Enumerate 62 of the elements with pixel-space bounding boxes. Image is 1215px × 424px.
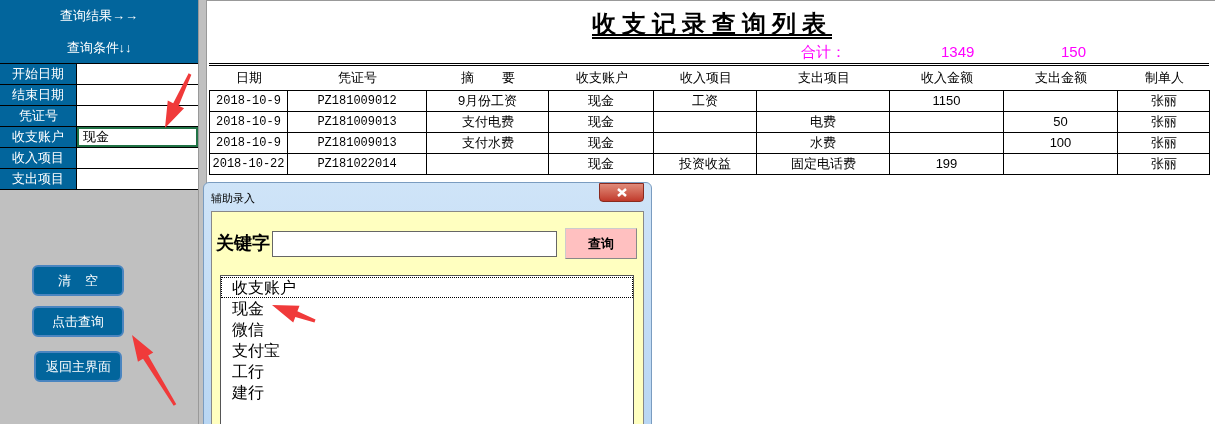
- column-header: 支出金额: [1034, 69, 1088, 88]
- list-item[interactable]: 收支账户: [221, 277, 633, 298]
- section-header: 查询条件↓↓: [66, 38, 132, 57]
- input-field[interactable]: 现金: [77, 127, 198, 147]
- column-header: 支出项目: [796, 69, 851, 88]
- column-header: 凭证号: [337, 69, 378, 88]
- table-cell-text: 支付电费: [461, 113, 514, 132]
- table-cell-text: 张丽: [1150, 134, 1177, 153]
- table-cell-text: 9月份工资: [457, 92, 518, 111]
- table-cell-text: 2018-10-22: [212, 156, 285, 173]
- table-cell-text: 现金: [588, 155, 614, 174]
- section-header: 查询结果→→: [60, 7, 138, 25]
- table-cell-text: 2018-10-9: [216, 93, 281, 110]
- table-cell-text: 水费: [810, 134, 836, 153]
- list-item[interactable]: 建行: [221, 382, 633, 403]
- table-cell-text: 张丽: [1150, 92, 1177, 111]
- table-cell-text: 现金: [588, 134, 614, 153]
- table-cell-text: 张丽: [1150, 113, 1177, 132]
- column-header: 收入项目: [678, 69, 733, 88]
- field-label: 开始日期: [0, 64, 77, 84]
- list-item[interactable]: 微信: [221, 319, 633, 340]
- table-cell-text: 100: [1049, 134, 1072, 153]
- table-cell-text: 张丽: [1150, 155, 1177, 174]
- table-cell-text: 50: [1053, 113, 1068, 132]
- table-cell-text: PZ181022014: [317, 156, 397, 173]
- field-label: 收入项目: [0, 148, 77, 168]
- list-item[interactable]: 支付宝: [221, 340, 633, 361]
- column-header: 日期: [234, 69, 263, 88]
- expense-total: 150: [1061, 42, 1087, 61]
- column-header: 收支账户: [574, 69, 629, 88]
- total-label: 合计：: [801, 42, 847, 61]
- dialog-title: 辅助录入: [211, 191, 255, 206]
- keyword-label: 关键字: [216, 232, 270, 255]
- table-cell-text: 现金: [588, 92, 614, 111]
- table-cell-text: 现金: [588, 113, 614, 132]
- table-cell-text: 投资收益: [679, 155, 731, 174]
- table-cell-text: 电费: [810, 113, 836, 132]
- column-header: 制单人: [1143, 69, 1185, 88]
- field-label: 支出项目: [0, 169, 77, 189]
- list-item[interactable]: 工行: [221, 361, 633, 382]
- field-label: 凭证号: [0, 106, 77, 126]
- field-label: 收支账户: [0, 127, 77, 147]
- sheet-title: 收支记录查询列表: [592, 8, 832, 40]
- table-cell-text: 2018-10-9: [216, 114, 281, 131]
- table-cell-text: 1150: [932, 92, 961, 111]
- table-cell-text: 固定电话费: [790, 155, 856, 174]
- list-item[interactable]: 现金: [221, 298, 633, 319]
- action-button[interactable]: 点击查询: [32, 306, 124, 337]
- table-cell-text: 工资: [692, 92, 718, 111]
- column-header: 收入金额: [920, 69, 974, 88]
- table-cell-text: 2018-10-9: [216, 135, 281, 152]
- table-cell-text: PZ181009013: [317, 114, 397, 131]
- action-button[interactable]: 返回主界面: [34, 351, 122, 382]
- table-cell-text: 199: [935, 155, 958, 174]
- table-cell-text: 支付水费: [461, 134, 514, 153]
- search-button[interactable]: 查询: [565, 228, 637, 259]
- column-header: 摘 要: [459, 69, 517, 88]
- income-total: 1349: [941, 42, 976, 61]
- field-label: 结束日期: [0, 85, 77, 105]
- table-cell-text: PZ181009013: [317, 135, 397, 152]
- table-cell-text: PZ181009012: [317, 93, 397, 110]
- action-button[interactable]: 清 空: [32, 265, 124, 296]
